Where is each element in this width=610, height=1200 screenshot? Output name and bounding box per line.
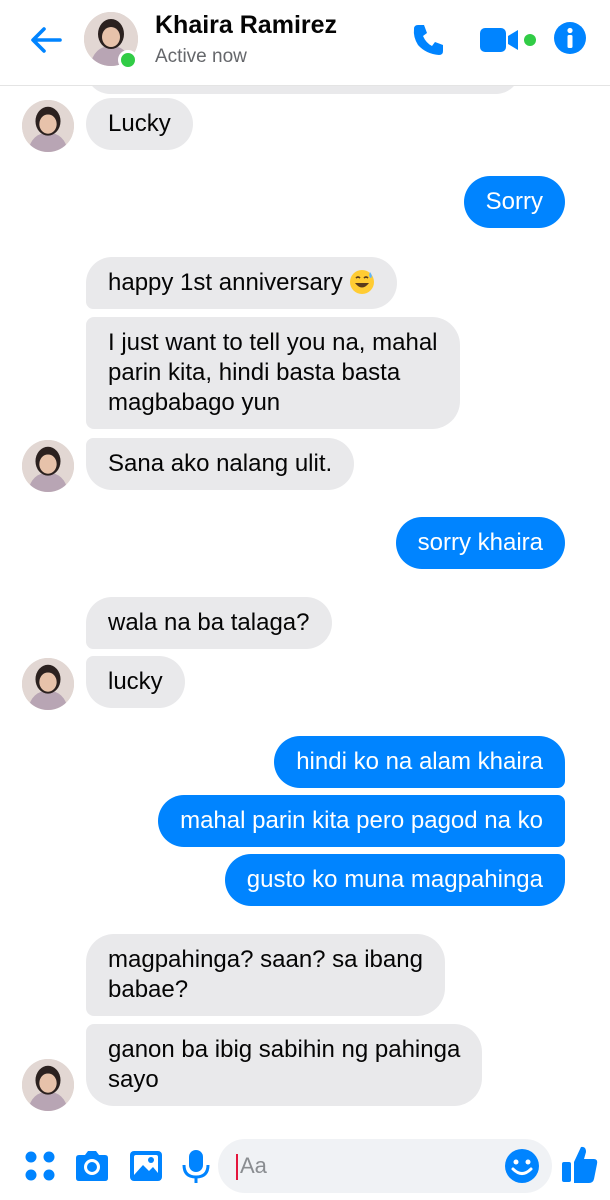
back-button[interactable] <box>26 20 66 60</box>
message-bubble-incoming[interactable]: ganon ba ibig sabihin ng pahinga sayo <box>86 1024 483 1106</box>
call-button[interactable] <box>408 20 448 60</box>
phone-icon <box>413 25 443 55</box>
back-arrow-icon <box>31 27 62 53</box>
message-input-placeholder: Aa <box>240 1153 267 1178</box>
message-composer: Aa <box>0 1134 610 1200</box>
video-camera-icon <box>480 28 536 52</box>
sender-avatar[interactable] <box>22 440 74 492</box>
message-thread[interactable]: Lucky Sorry happy 1st anniversary I just… <box>0 86 610 1134</box>
message-input[interactable]: Aa <box>218 1139 552 1193</box>
thumbs-up-icon <box>562 1146 598 1183</box>
emoji-button[interactable] <box>502 1146 542 1186</box>
message-bubble-outgoing[interactable]: Sorry <box>463 176 565 228</box>
apps-button[interactable] <box>20 1146 60 1186</box>
apps-icon <box>25 1151 55 1181</box>
chat-header: Khaira Ramirez Active now <box>0 0 610 86</box>
sender-avatar[interactable] <box>22 100 74 152</box>
gallery-icon <box>130 1151 162 1181</box>
message-bubble-incoming[interactable]: I just want to tell you na, mahal parin … <box>86 317 460 429</box>
grinning-sweat-emoji-icon <box>350 270 375 294</box>
message-bubble-incoming[interactable]: happy 1st anniversary <box>86 257 398 309</box>
contact-status: Active now <box>155 46 247 67</box>
message-bubble-incoming[interactable]: lucky <box>86 656 185 708</box>
message-bubble-partial <box>86 86 520 94</box>
message-bubble-incoming[interactable]: Lucky <box>86 98 193 150</box>
sender-avatar[interactable] <box>22 1059 74 1111</box>
message-bubble-outgoing[interactable]: hindi ko na alam khaira <box>274 736 565 788</box>
info-button[interactable] <box>553 21 587 55</box>
message-bubble-outgoing[interactable]: sorry khaira <box>395 517 565 569</box>
video-call-button[interactable] <box>478 22 542 58</box>
contact-name[interactable]: Khaira Ramirez <box>155 11 337 40</box>
message-text: happy 1st anniversary <box>108 269 343 296</box>
sender-avatar[interactable] <box>22 658 74 710</box>
gallery-button[interactable] <box>126 1146 166 1186</box>
camera-icon <box>76 1151 108 1181</box>
emoji-icon <box>505 1149 539 1183</box>
like-button[interactable] <box>560 1142 600 1183</box>
voice-button[interactable] <box>176 1146 216 1186</box>
message-bubble-incoming[interactable]: wala na ba talaga? <box>86 597 332 649</box>
message-bubble-outgoing[interactable]: gusto ko muna magpahinga <box>224 854 565 906</box>
camera-button[interactable] <box>72 1146 112 1186</box>
microphone-icon <box>182 1150 210 1183</box>
active-status-dot <box>118 50 138 70</box>
message-bubble-outgoing[interactable]: mahal parin kita pero pagod na ko <box>158 795 565 847</box>
message-bubble-incoming[interactable]: Sana ako nalang ulit. <box>86 438 355 490</box>
text-cursor <box>236 1154 238 1180</box>
message-bubble-incoming[interactable]: magpahinga? saan? sa ibang babae? <box>86 934 445 1016</box>
info-icon <box>554 22 586 54</box>
